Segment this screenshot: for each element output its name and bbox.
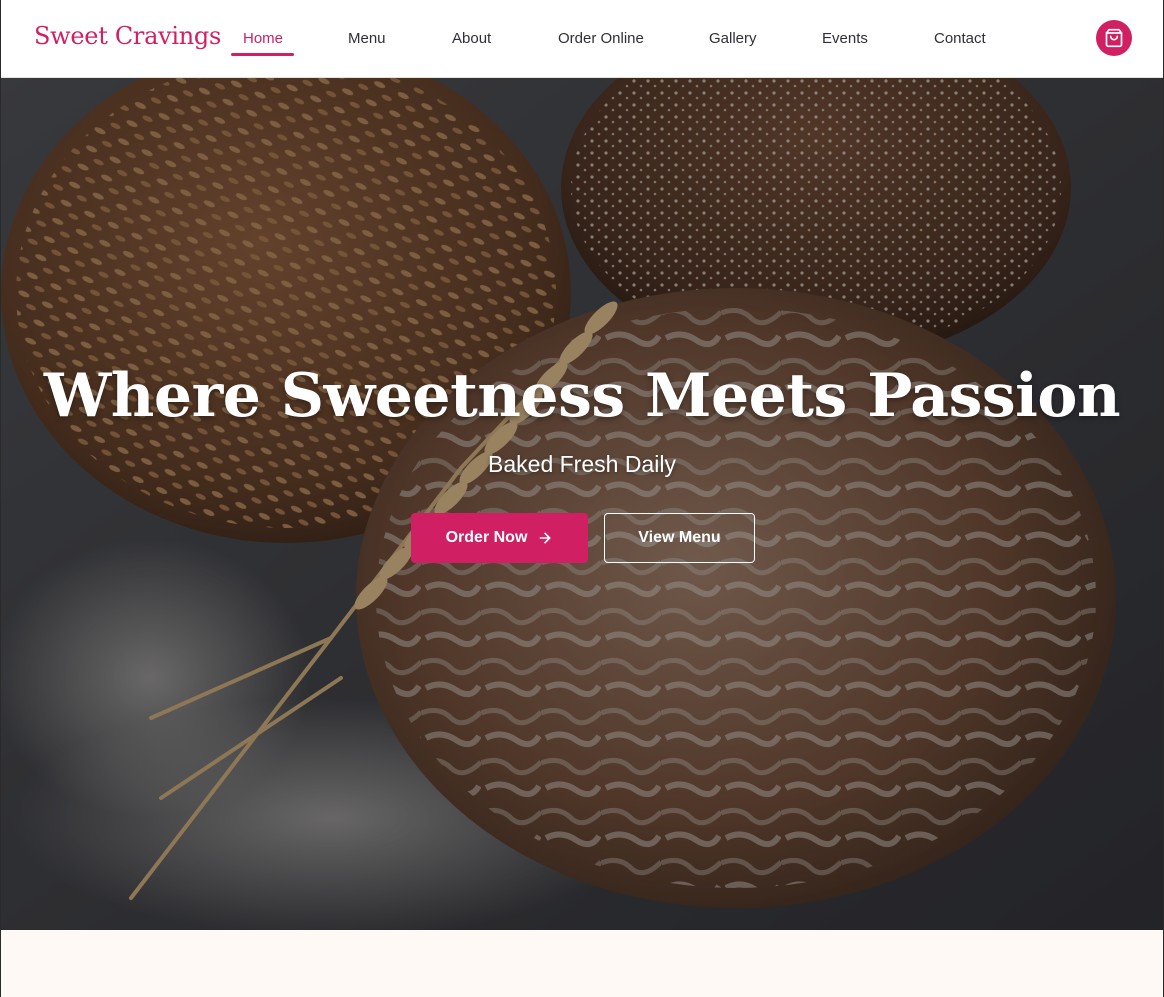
- hero-subtitle: Baked Fresh Daily: [488, 451, 676, 477]
- nav-item-order-online[interactable]: Order Online: [558, 30, 644, 47]
- site-header: Sweet Cravings Home Menu About Order Onl…: [1, 0, 1163, 78]
- hero-section: Where Sweetness Meets Passion Baked Fres…: [1, 78, 1163, 930]
- hero-title: Where Sweetness Meets Passion: [43, 361, 1121, 431]
- nav-active-indicator: [231, 53, 294, 56]
- hero-overlay: [1, 78, 1163, 930]
- nav-item-menu[interactable]: Menu: [348, 30, 386, 47]
- order-now-button[interactable]: Order Now: [411, 513, 588, 563]
- arrow-right-icon: [539, 532, 551, 544]
- nav-item-home[interactable]: Home: [243, 30, 283, 47]
- view-menu-label: View Menu: [638, 529, 721, 546]
- shopping-bag-icon: [1105, 28, 1123, 48]
- nav-item-events[interactable]: Events: [822, 30, 868, 47]
- nav-item-contact[interactable]: Contact: [934, 30, 986, 47]
- brand-logo[interactable]: Sweet Cravings: [34, 22, 221, 50]
- nav-item-about[interactable]: About: [452, 30, 491, 47]
- view-menu-button[interactable]: View Menu: [604, 513, 755, 563]
- order-now-label: Order Now: [445, 529, 528, 546]
- nav-item-gallery[interactable]: Gallery: [709, 30, 757, 47]
- next-section: [1, 930, 1163, 997]
- cart-button[interactable]: [1096, 20, 1132, 56]
- page: Sweet Cravings Home Menu About Order Onl…: [0, 0, 1164, 997]
